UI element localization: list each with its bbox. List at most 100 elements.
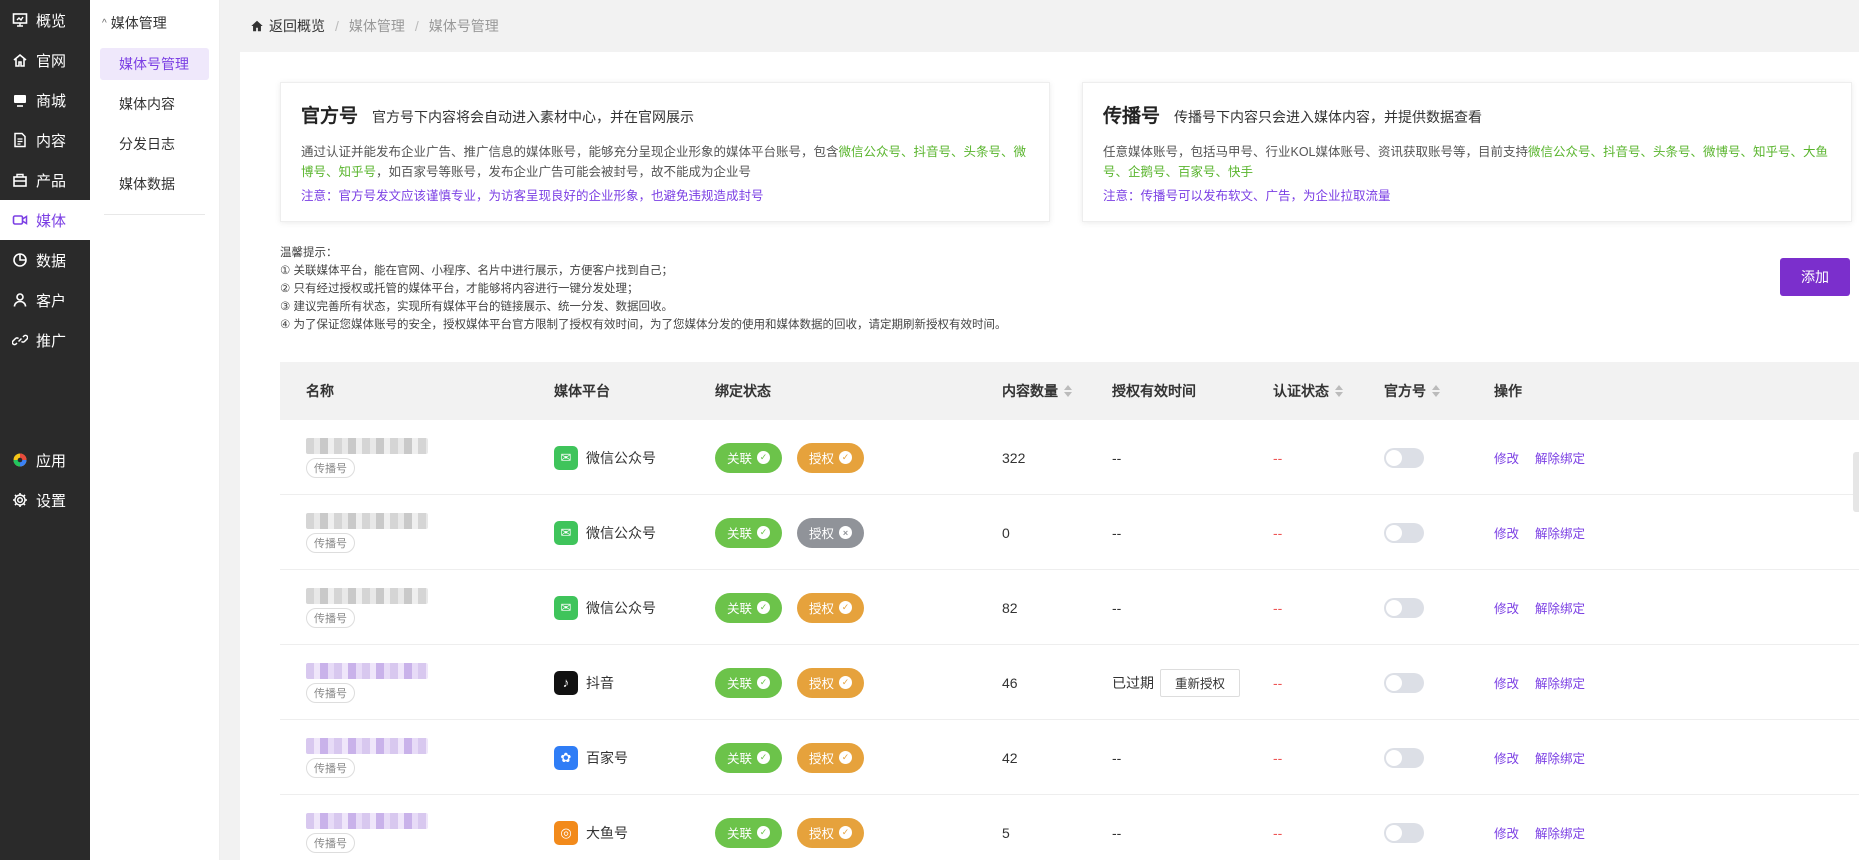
link-icon	[12, 332, 28, 348]
edit-link[interactable]: 修改	[1494, 748, 1519, 767]
official-toggle[interactable]	[1384, 597, 1424, 618]
link-status-button[interactable]: 关联 ✓	[715, 592, 783, 623]
check-icon: ✓	[839, 751, 853, 764]
sidebar-item-data[interactable]: 数据	[0, 240, 90, 280]
breadcrumb-media-management[interactable]: 媒体管理	[349, 16, 405, 36]
platform-cell: ✿ 百家号	[554, 720, 628, 795]
unbind-link[interactable]: 解除绑定	[1535, 523, 1585, 542]
card-desc-suffix: ，如百家号等账号，发布企业广告可能会被封号，故不能成为企业号	[376, 165, 752, 179]
header-verify-status[interactable]: 认证状态	[1273, 381, 1343, 401]
official-toggle[interactable]	[1384, 747, 1424, 768]
official-toggle[interactable]	[1384, 822, 1424, 843]
auth-status-button[interactable]: 授权 ✓	[797, 742, 865, 773]
table-row: 传播号 ✉ 微信公众号 关联 ✓ 授权 ✓ 322 -- -- 修改 解除绑定	[280, 420, 1859, 495]
platform-cell: ✉ 微信公众号	[554, 570, 656, 645]
baijiahao-icon: ✿	[554, 745, 578, 770]
sidebar-item-shop[interactable]: 商城	[0, 80, 90, 120]
official-toggle[interactable]	[1384, 672, 1424, 693]
content-count: 82	[1002, 599, 1018, 616]
auth-time-value: --	[1112, 749, 1122, 766]
submenu-item-account-management[interactable]: 媒体号管理	[100, 48, 209, 80]
submenu-item-media-data[interactable]: 媒体数据	[100, 168, 209, 200]
sidebar-item-customer[interactable]: 客户	[0, 280, 90, 320]
breadcrumb-home-label: 返回概览	[269, 18, 325, 34]
link-status-button[interactable]: 关联 ✓	[715, 817, 783, 848]
sidebar-item-website[interactable]: 官网	[0, 40, 90, 80]
official-toggle-cell	[1384, 420, 1424, 495]
breadcrumb-home-link[interactable]: 返回概览	[250, 16, 325, 36]
header-official[interactable]: 官方号	[1384, 381, 1440, 401]
add-button[interactable]: 添加	[1780, 258, 1850, 296]
platform-cell: ◎ 大鱼号	[554, 795, 628, 860]
edit-link[interactable]: 修改	[1494, 598, 1519, 617]
sidebar-item-overview[interactable]: 概览	[0, 0, 90, 40]
auth-time-cell: 已过期 重新授权	[1112, 645, 1241, 720]
verify-status: --	[1273, 824, 1283, 841]
douyin-icon: ♪	[554, 670, 578, 695]
chart-icon	[12, 252, 28, 268]
edit-link[interactable]: 修改	[1494, 823, 1519, 842]
sidebar-item-promotion[interactable]: 推广	[0, 320, 90, 360]
media-submenu: ^ 媒体管理 媒体号管理 媒体内容 分发日志 媒体数据	[90, 0, 220, 860]
check-icon: ✓	[757, 601, 771, 614]
content-count: 42	[1002, 749, 1018, 766]
spread-account-card: 传播号 传播号下内容只会进入媒体内容，并提供数据查看 任意媒体账号，包括马甲号、…	[1082, 82, 1852, 222]
official-account-card: 官方号 官方号下内容将会自动进入素材中心，并在官网展示 通过认证并能发布企业广告…	[280, 82, 1050, 222]
sidebar-item-settings[interactable]: 设置	[0, 480, 90, 520]
unbind-link[interactable]: 解除绑定	[1535, 598, 1585, 617]
auth-time-value: --	[1112, 524, 1122, 541]
submenu-item-media-content[interactable]: 媒体内容	[100, 88, 209, 120]
official-toggle-cell	[1384, 570, 1424, 645]
auth-time-cell: --	[1112, 420, 1121, 495]
bind-status-cell: 关联 ✓ 授权 ✓	[715, 645, 879, 720]
link-status-button[interactable]: 关联 ✓	[715, 742, 783, 773]
submenu-item-distribution-log[interactable]: 分发日志	[100, 128, 209, 160]
account-type-tag: 传播号	[306, 457, 355, 478]
auth-status-button[interactable]: 授权 ✓	[797, 592, 865, 623]
auth-status-button[interactable]: 授权 ✓	[797, 817, 865, 848]
edit-link[interactable]: 修改	[1494, 448, 1519, 467]
table-body: 传播号 ✉ 微信公众号 关联 ✓ 授权 ✓ 322 -- -- 修改 解除绑定 传播…	[280, 420, 1859, 860]
edit-link[interactable]: 修改	[1494, 673, 1519, 692]
unbind-link[interactable]: 解除绑定	[1535, 673, 1585, 692]
auth-status-button[interactable]: 授权 ✓	[797, 442, 865, 473]
chevron-up-icon: ^	[102, 17, 107, 29]
breadcrumb: 返回概览 / 媒体管理 / 媒体号管理	[250, 14, 499, 38]
header-content-count[interactable]: 内容数量	[1002, 381, 1072, 401]
platform-name: 百家号	[586, 749, 628, 766]
user-icon	[12, 292, 28, 308]
auth-status-button[interactable]: 授权 ✓	[797, 667, 865, 698]
official-toggle[interactable]	[1384, 522, 1424, 543]
official-toggle[interactable]	[1384, 447, 1424, 468]
edit-link[interactable]: 修改	[1494, 523, 1519, 542]
account-name-cell: 传播号	[306, 795, 428, 860]
platform-name: 大鱼号	[586, 824, 628, 841]
link-status-button[interactable]: 关联 ✓	[715, 517, 783, 548]
unbind-link[interactable]: 解除绑定	[1535, 448, 1585, 467]
account-type-tag: 传播号	[306, 532, 355, 553]
auth-status-button[interactable]: 授权 ×	[797, 517, 865, 548]
card-subtitle: 传播号下内容只会进入媒体内容，并提供数据查看	[1174, 109, 1483, 125]
sidebar-item-content[interactable]: 内容	[0, 120, 90, 160]
unbind-link[interactable]: 解除绑定	[1535, 823, 1585, 842]
account-name-cell: 传播号	[306, 570, 428, 645]
platform-cell: ♪ 抖音	[554, 645, 614, 720]
auth-status-label: 授权	[809, 677, 835, 691]
operations-cell: 修改 解除绑定	[1494, 570, 1601, 645]
sidebar-item-media[interactable]: 媒体	[0, 200, 90, 240]
table-row: 传播号 ✿ 百家号 关联 ✓ 授权 ✓ 42 -- -- 修改 解除绑定	[280, 720, 1859, 795]
sidebar-item-label: 应用	[36, 452, 67, 470]
reauthorize-button[interactable]: 重新授权	[1160, 668, 1241, 697]
sidebar-item-apps[interactable]: 应用	[0, 440, 90, 480]
sidebar-item-label: 内容	[36, 132, 67, 150]
account-type-tag: 传播号	[306, 832, 355, 853]
link-status-button[interactable]: 关联 ✓	[715, 667, 783, 698]
submenu-title[interactable]: ^ 媒体管理	[90, 0, 219, 46]
tip-line: ③ 建议完善所有状态，实现所有媒体平台的链接展示、统一分发、数据回收。	[280, 301, 674, 313]
link-status-button[interactable]: 关联 ✓	[715, 442, 783, 473]
scroll-handle[interactable]	[1853, 452, 1859, 512]
table-row: 传播号 ✉ 微信公众号 关联 ✓ 授权 ✓ 82 -- -- 修改 解除绑定	[280, 570, 1859, 645]
sidebar-item-product[interactable]: 产品	[0, 160, 90, 200]
breadcrumb-account-management[interactable]: 媒体号管理	[429, 16, 499, 36]
unbind-link[interactable]: 解除绑定	[1535, 748, 1585, 767]
